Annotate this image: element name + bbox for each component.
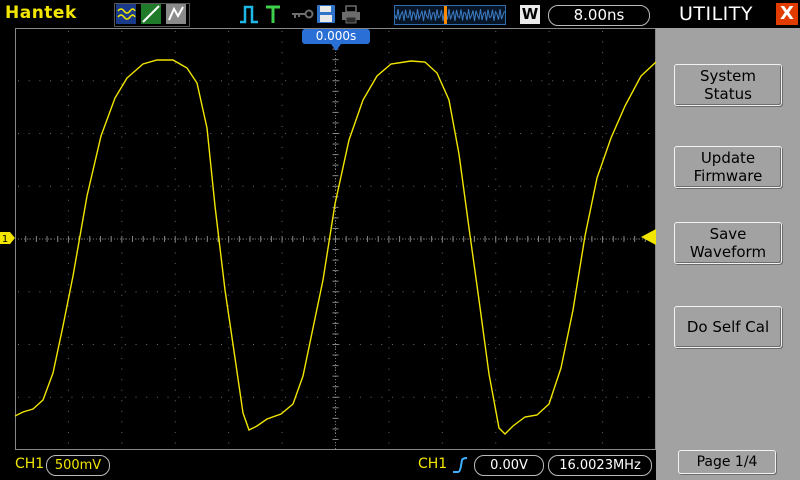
button-label-line2: Status bbox=[704, 85, 752, 103]
window-badge[interactable]: W bbox=[520, 5, 540, 24]
trigger-source-label: CH1 bbox=[418, 456, 448, 472]
update-firmware-button[interactable]: Update Firmware bbox=[674, 146, 782, 188]
trigger-level-marker-icon[interactable] bbox=[641, 229, 656, 245]
button-label-line1: System bbox=[700, 67, 756, 85]
trigger-T-icon bbox=[266, 5, 280, 23]
status-bar: Hantek W 8.00ns bbox=[0, 0, 656, 28]
close-button[interactable]: X bbox=[776, 3, 798, 25]
memory-depth-bar bbox=[394, 5, 506, 25]
system-status-button[interactable]: System Status bbox=[674, 64, 782, 106]
waveform-mode-icon bbox=[116, 4, 136, 24]
persist-mode-icon bbox=[166, 4, 186, 24]
svg-text:1: 1 bbox=[2, 234, 8, 245]
menu-header: UTILITY X bbox=[656, 0, 800, 28]
timebase-readout: 8.00ns bbox=[548, 5, 650, 26]
ch1-label: CH1 bbox=[15, 456, 45, 472]
trigger-level-readout: 0.00V bbox=[474, 455, 544, 476]
button-label-line2: Waveform bbox=[689, 243, 767, 261]
floppy-disk-icon bbox=[317, 5, 335, 23]
utility-menu: UTILITY X System Status Update Firmware … bbox=[656, 0, 800, 480]
page-button[interactable]: Page 1/4 bbox=[678, 450, 776, 474]
button-label-line1: Do Self Cal bbox=[686, 318, 770, 336]
menu-title: UTILITY bbox=[678, 3, 754, 25]
rising-edge-icon bbox=[453, 457, 468, 473]
trigger-position-badge[interactable]: 0.000s bbox=[302, 29, 370, 44]
waveform-display[interactable]: 0.000s bbox=[15, 28, 656, 450]
channel-info-bar: CH1 500mV CH1 0.00V 16.0023MHz bbox=[0, 452, 656, 480]
key-icon bbox=[292, 9, 314, 19]
brand-logo: Hantek bbox=[5, 3, 77, 23]
button-label-line1: Update bbox=[700, 149, 756, 167]
ch1-waveform-trace bbox=[15, 59, 656, 435]
button-label-line1: Save bbox=[709, 225, 747, 243]
do-self-cal-button[interactable]: Do Self Cal bbox=[674, 306, 782, 348]
printer-icon bbox=[342, 5, 360, 24]
ch1-ground-marker-icon[interactable]: 1 bbox=[0, 230, 16, 246]
button-label-line2: Firmware bbox=[693, 167, 763, 185]
ramp-mode-icon bbox=[141, 4, 161, 24]
save-waveform-button[interactable]: Save Waveform bbox=[674, 222, 782, 264]
memory-position-marker bbox=[444, 6, 447, 24]
ch1-scale-readout: 500mV bbox=[46, 455, 110, 476]
edge-trigger-icon bbox=[240, 5, 258, 24]
trigger-position-arrow-icon bbox=[331, 44, 341, 51]
memory-waveform-icon bbox=[395, 8, 505, 22]
frequency-readout: 16.0023MHz bbox=[548, 455, 652, 476]
